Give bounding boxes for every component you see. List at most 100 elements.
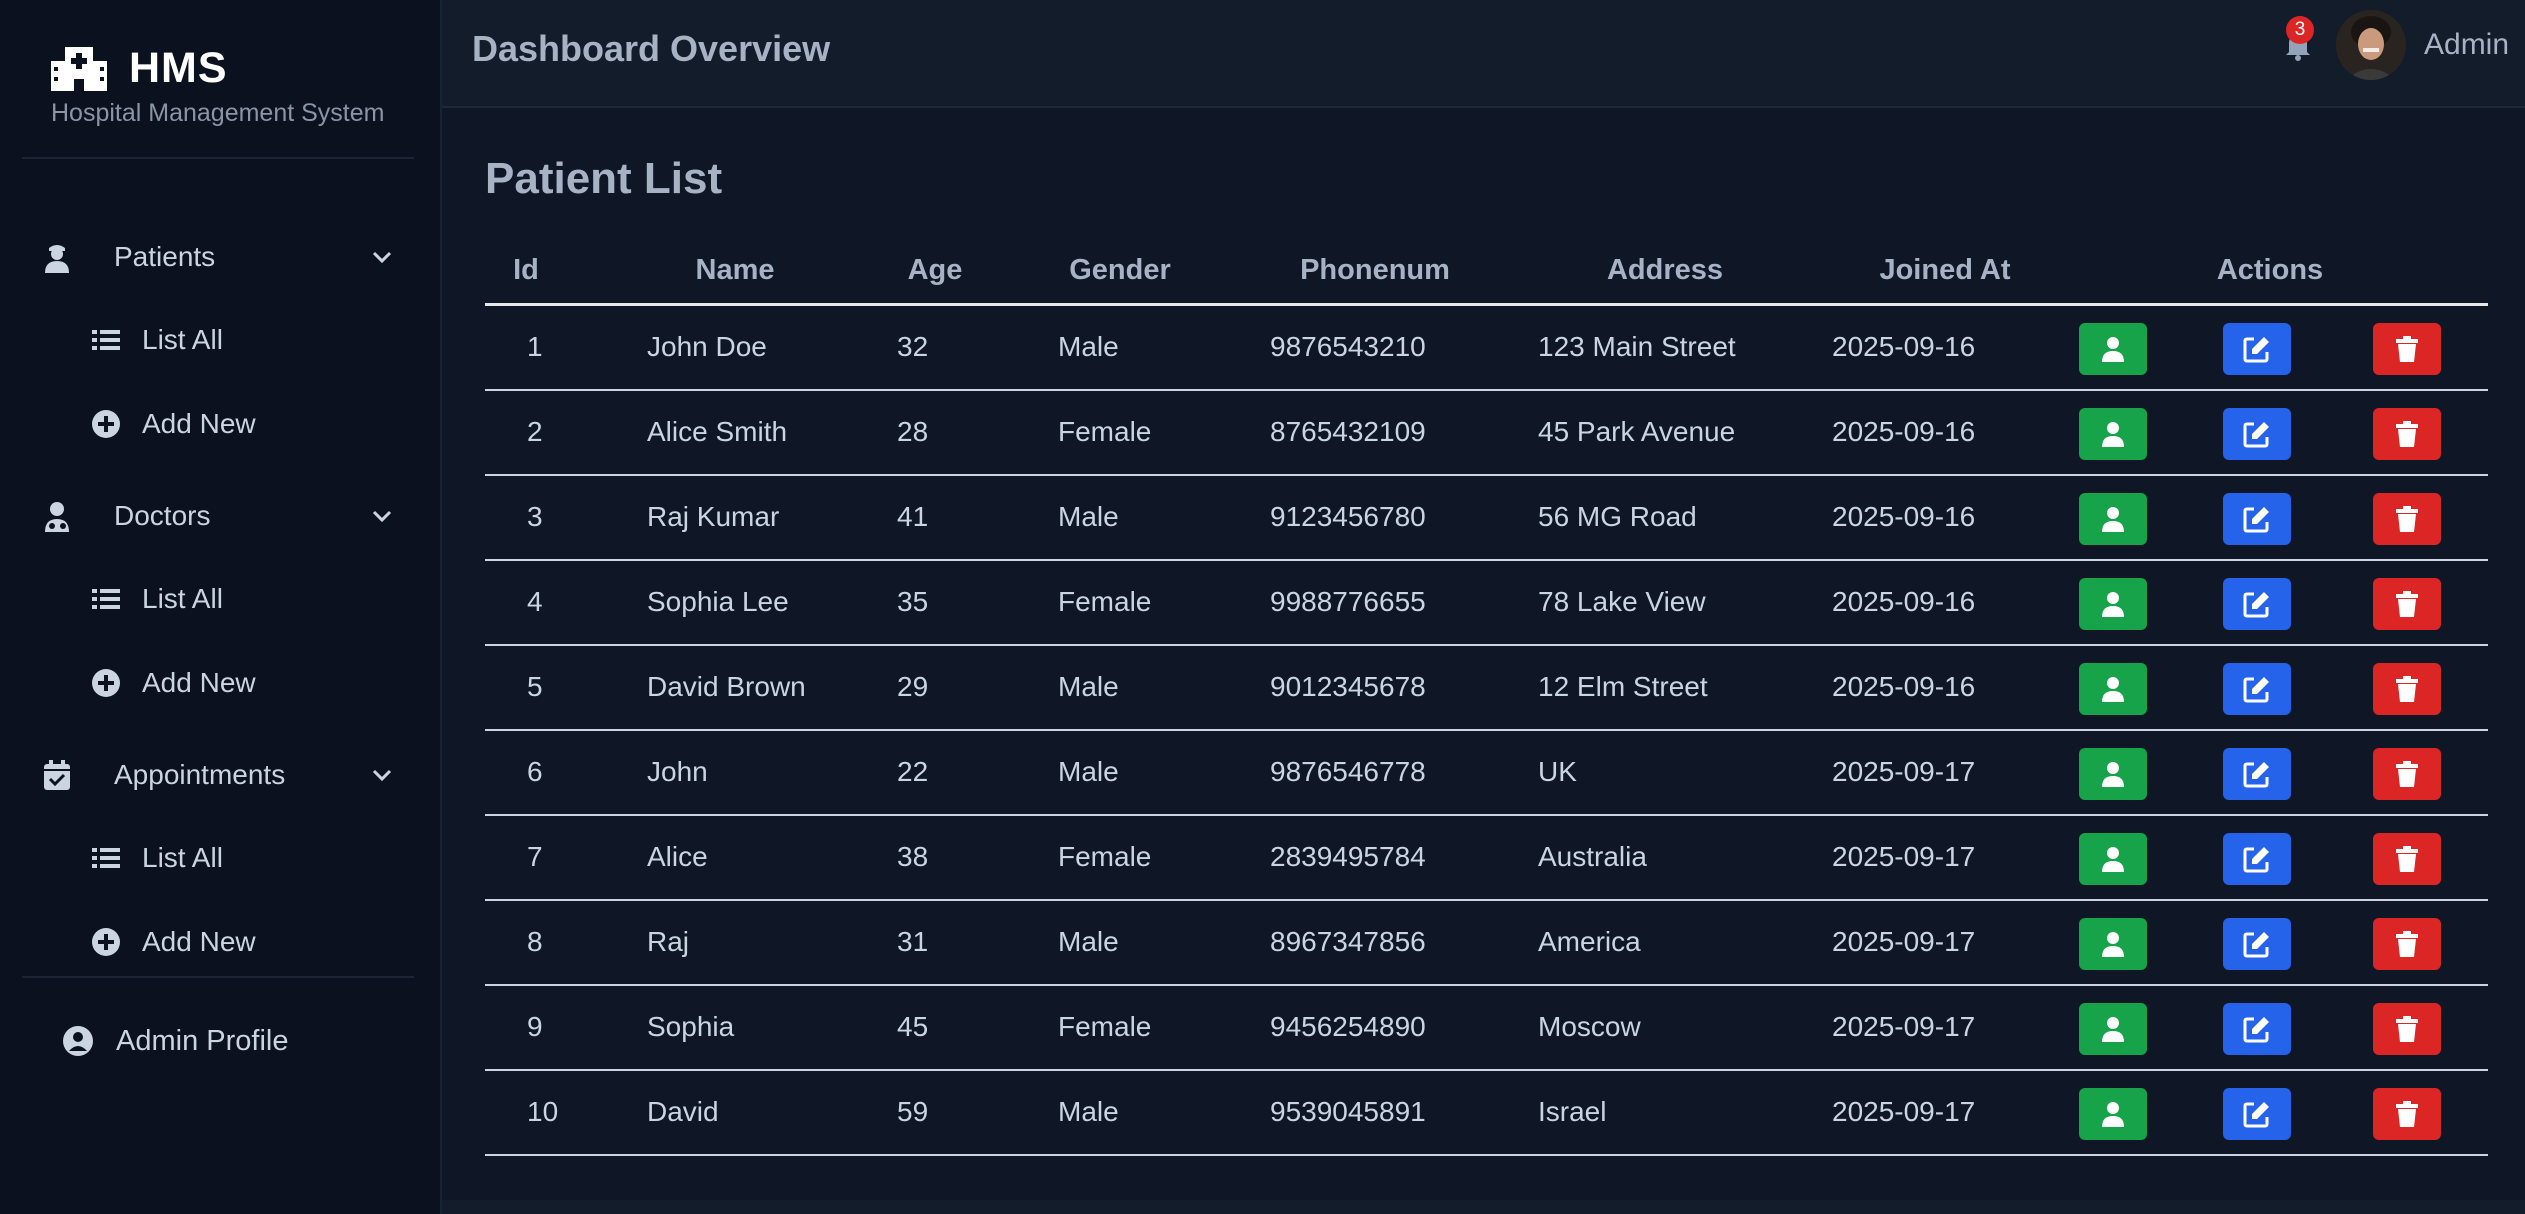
trash-icon (2396, 336, 2418, 362)
cell-age: 41 (897, 501, 929, 532)
cell-name: Alice Smith (647, 416, 788, 447)
sidebar-item-doctors-list-all[interactable]: List All (90, 559, 223, 639)
user-icon (2102, 422, 2124, 447)
sidebar-section-doctors[interactable]: Doctors (22, 474, 414, 558)
delete-button[interactable] (2373, 748, 2441, 800)
user-circle-icon (63, 1026, 93, 1056)
edit-button[interactable] (2223, 408, 2291, 460)
edit-icon (2243, 932, 2269, 958)
cell-id: 9 (527, 1011, 543, 1042)
edit-button[interactable] (2223, 1088, 2291, 1140)
column-header-id: Id (513, 254, 539, 286)
cell-name: Raj (647, 926, 690, 957)
cell-joined-at: 2025-09-17 (1832, 926, 1976, 957)
sidebar-item-appointments-add-new[interactable]: Add New (90, 902, 256, 982)
delete-button[interactable] (2373, 833, 2441, 885)
plus-circle-icon (92, 669, 120, 697)
column-header-joined-at: Joined At (1879, 254, 2011, 286)
cell-age: 22 (897, 756, 929, 787)
cell-age: 29 (897, 671, 929, 702)
view-button[interactable] (2079, 1003, 2147, 1055)
cell-gender: Male (1058, 926, 1119, 957)
cell-address: America (1538, 926, 1641, 957)
edit-icon (2243, 507, 2269, 533)
user-icon (2102, 762, 2124, 787)
edit-icon (2243, 337, 2269, 363)
edit-button[interactable] (2223, 323, 2291, 375)
edit-button[interactable] (2223, 833, 2291, 885)
cell-name: David (647, 1096, 719, 1127)
user-icon (2102, 677, 2124, 702)
delete-button[interactable] (2373, 918, 2441, 970)
brand[interactable]: HMS Hospital Management System (51, 44, 384, 128)
edit-button[interactable] (2223, 918, 2291, 970)
sidebar-item-patients-list-all[interactable]: List All (90, 300, 223, 380)
sidebar-section-label: Patients (114, 241, 216, 272)
cell-joined-at: 2025-09-16 (1832, 586, 1976, 617)
chevron-down-icon[interactable] (368, 243, 396, 271)
cell-joined-at: 2025-09-16 (1832, 331, 1976, 362)
edit-button[interactable] (2223, 578, 2291, 630)
view-button[interactable] (2079, 408, 2147, 460)
user-icon (2102, 932, 2124, 957)
chevron-down-icon[interactable] (368, 502, 396, 530)
patient-table: Id Name Age Gender Phonenum Address Join… (485, 240, 2488, 1156)
sidebar-section-label: Doctors (114, 500, 211, 531)
delete-button[interactable] (2373, 1003, 2441, 1055)
view-button[interactable] (2079, 493, 2147, 545)
sidebar-item-patients-add-new[interactable]: Add New (90, 384, 256, 464)
trash-icon (2396, 931, 2418, 957)
delete-button[interactable] (2373, 323, 2441, 375)
cell-phone: 8765432109 (1270, 416, 1426, 447)
footer-strip (442, 1200, 2525, 1214)
cell-age: 59 (897, 1096, 929, 1127)
edit-icon (2243, 1017, 2269, 1043)
cell-age: 32 (897, 331, 929, 362)
avatar[interactable] (2336, 10, 2406, 80)
cell-gender: Male (1058, 331, 1119, 362)
sidebar-section-appointments[interactable]: Appointments (22, 733, 414, 817)
cell-address: UK (1538, 756, 1577, 787)
list-icon (92, 589, 120, 609)
delete-button[interactable] (2373, 493, 2441, 545)
cell-name: Sophia (647, 1011, 735, 1042)
cell-id: 4 (527, 586, 543, 617)
edit-icon (2243, 762, 2269, 788)
cell-age: 38 (897, 841, 929, 872)
cell-address: Israel (1538, 1096, 1607, 1127)
delete-button[interactable] (2373, 1088, 2441, 1140)
view-button[interactable] (2079, 918, 2147, 970)
page-title: Patient List (485, 154, 723, 203)
user-name[interactable]: Admin (2424, 28, 2509, 62)
column-header-gender: Gender (1069, 254, 1171, 286)
edit-button[interactable] (2223, 663, 2291, 715)
view-button[interactable] (2079, 1088, 2147, 1140)
view-button[interactable] (2079, 663, 2147, 715)
column-header-age: Age (907, 254, 963, 286)
cell-phone: 9456254890 (1270, 1011, 1426, 1042)
admin-profile-label: Admin Profile (116, 1024, 289, 1057)
brand-title: HMS (129, 44, 228, 92)
sidebar-item-appointments-list-all[interactable]: List All (90, 818, 223, 898)
edit-button[interactable] (2223, 748, 2291, 800)
view-button[interactable] (2079, 578, 2147, 630)
table-row: 2 Alice Smith 28 Female 8765432109 45 Pa… (485, 391, 2488, 476)
delete-button[interactable] (2373, 408, 2441, 460)
cell-joined-at: 2025-09-16 (1832, 671, 1976, 702)
edit-button[interactable] (2223, 1003, 2291, 1055)
sidebar-item-admin-profile[interactable]: Admin Profile (62, 1016, 288, 1066)
sidebar-section-patients[interactable]: Patients (22, 215, 414, 299)
chevron-down-icon[interactable] (368, 761, 396, 789)
view-button[interactable] (2079, 323, 2147, 375)
cell-phone: 9539045891 (1270, 1096, 1426, 1127)
view-button[interactable] (2079, 833, 2147, 885)
cell-joined-at: 2025-09-17 (1832, 1011, 1976, 1042)
sidebar-item-doctors-add-new[interactable]: Add New (90, 643, 256, 723)
cell-age: 31 (897, 926, 929, 957)
edit-button[interactable] (2223, 493, 2291, 545)
cell-id: 5 (527, 671, 543, 702)
sidebar: HMS Hospital Management System Patients … (0, 0, 442, 1214)
delete-button[interactable] (2373, 663, 2441, 715)
view-button[interactable] (2079, 748, 2147, 800)
delete-button[interactable] (2373, 578, 2441, 630)
